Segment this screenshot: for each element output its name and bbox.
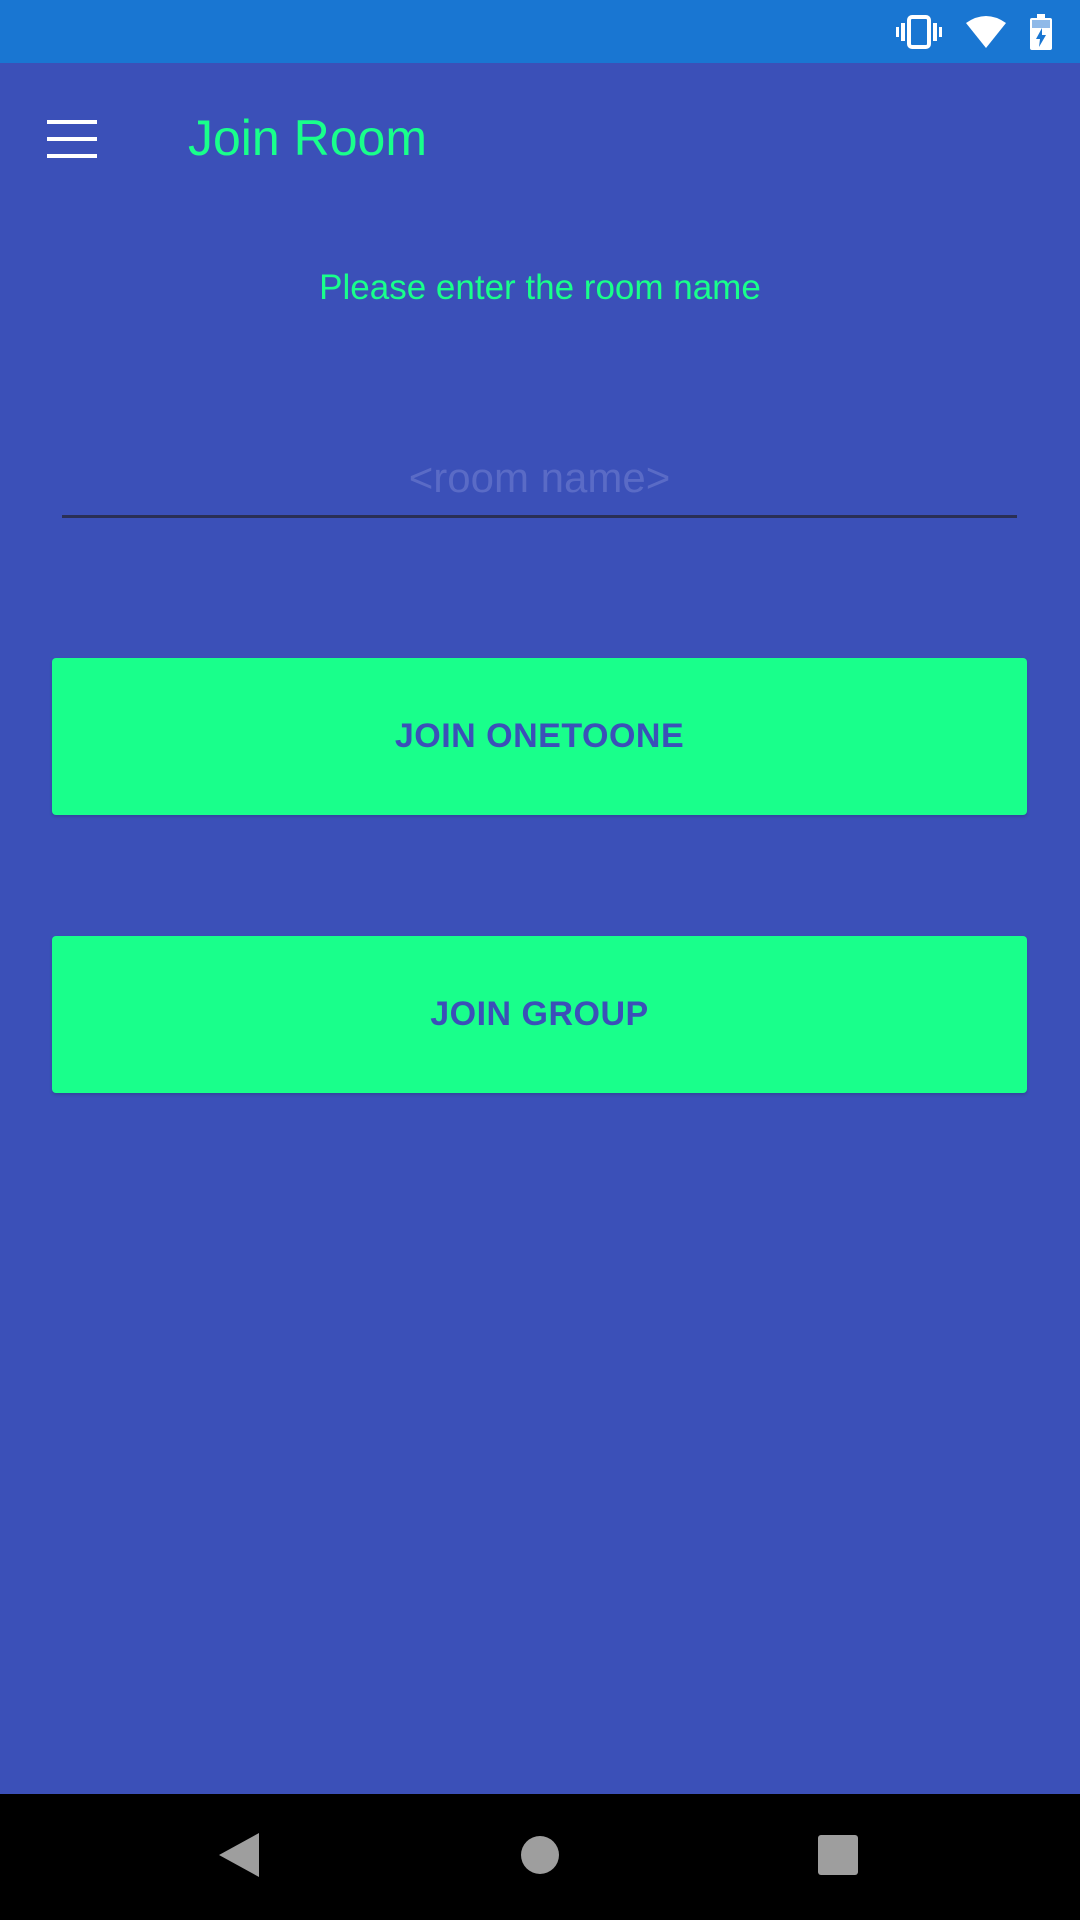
join-onetoone-button[interactable]: JOIN ONETOONE (52, 658, 1027, 815)
home-icon (520, 1835, 560, 1879)
recent-apps-button[interactable] (805, 1824, 871, 1890)
recent-apps-icon (818, 1835, 858, 1879)
back-button[interactable] (206, 1824, 272, 1890)
battery-charging-icon (1030, 14, 1052, 50)
wifi-icon (966, 15, 1006, 49)
status-bar (0, 0, 1080, 63)
status-icons (896, 12, 1052, 52)
instruction-text: Please enter the room name (319, 268, 761, 307)
home-button[interactable] (507, 1824, 573, 1890)
menu-button[interactable] (34, 109, 110, 173)
page-title: Join Room (188, 110, 427, 166)
app-screen: Join Room Please enter the room name JOI… (0, 63, 1080, 1794)
navigation-bar (0, 1794, 1080, 1920)
join-group-button[interactable]: JOIN GROUP (52, 936, 1027, 1093)
room-name-input[interactable] (62, 441, 1017, 518)
vibrate-icon (896, 15, 942, 49)
hamburger-menu-icon (47, 120, 97, 162)
back-icon (217, 1831, 261, 1883)
